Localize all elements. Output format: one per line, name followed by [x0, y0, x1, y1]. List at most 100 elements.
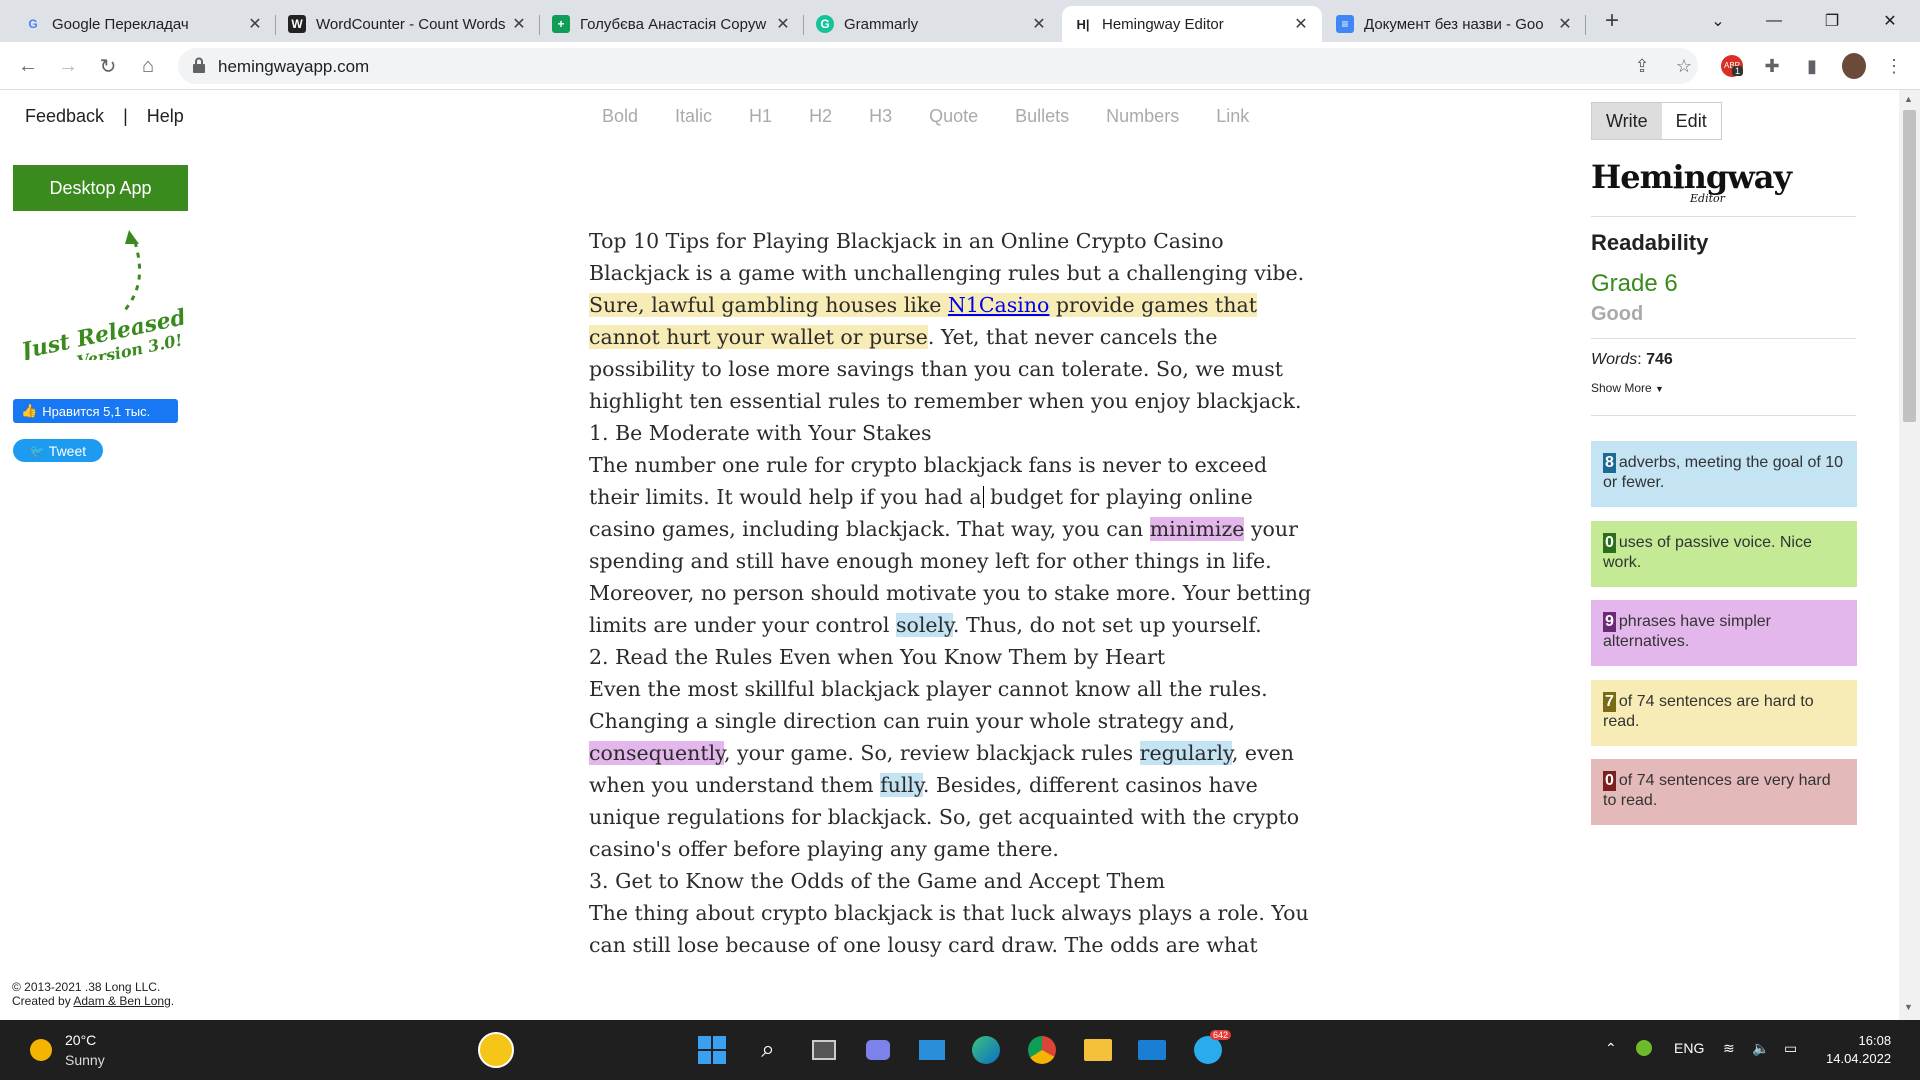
scrollbar-thumb[interactable] — [1903, 110, 1916, 422]
home-icon[interactable]: ⌂ — [132, 50, 164, 82]
caret-down-icon: ▼ — [1655, 384, 1664, 394]
language-indicator[interactable]: ENG — [1674, 1040, 1704, 1056]
new-tab-button[interactable]: + — [1598, 8, 1626, 36]
facebook-like-button[interactable]: 👍 Нравится 5,1 тыс. — [13, 399, 178, 423]
windows-start-icon[interactable] — [692, 1030, 732, 1070]
tab-search-icon[interactable]: ⌄ — [1690, 0, 1746, 42]
format-numbers[interactable]: Numbers — [1106, 106, 1179, 127]
tab-google-docs[interactable]: ≡ Документ без назви - Goo ✕ — [1324, 6, 1586, 42]
grade-level: Grade 6 — [1591, 270, 1678, 297]
mail-icon[interactable] — [1132, 1030, 1172, 1070]
edge-browser-icon[interactable] — [966, 1030, 1006, 1070]
menu-kebab-icon[interactable]: ⋮ — [1882, 54, 1906, 78]
battery-icon[interactable]: ▭ — [1784, 1040, 1797, 1057]
close-icon[interactable]: ✕ — [1030, 14, 1048, 34]
telegram-icon[interactable]: 642 — [1188, 1030, 1232, 1070]
stat-very-hard-sentences: 0 of 74 sentences are very hard to read. — [1591, 759, 1857, 825]
sun-icon[interactable] — [30, 1039, 52, 1061]
forward-icon[interactable]: → — [52, 50, 84, 82]
stat-passive-voice: 0 uses of passive voice. Nice work. — [1591, 521, 1857, 587]
chrome-browser-icon[interactable] — [1022, 1030, 1062, 1070]
tab-grammarly[interactable]: G Grammarly ✕ — [804, 6, 1060, 42]
emoji-widget-icon[interactable] — [476, 1030, 516, 1070]
close-icon[interactable]: ✕ — [774, 14, 792, 34]
paragraph: The number one rule for crypto blackjack… — [589, 449, 1315, 577]
tab-hemingway[interactable]: H| Hemingway Editor ✕ — [1062, 6, 1322, 42]
tray-overflow-icon[interactable]: ⌃ — [1605, 1040, 1617, 1057]
minimize-button[interactable]: — — [1746, 0, 1802, 42]
hemingway-icon: H| — [1076, 16, 1090, 32]
sentence: Blackjack is a game with unchallenging r… — [589, 261, 1305, 285]
google-docs-icon: ≡ — [1336, 15, 1354, 33]
close-icon[interactable]: ✕ — [1292, 14, 1310, 34]
clock[interactable]: 16:08 14.04.2022 — [1826, 1032, 1891, 1068]
tab-strip: G Google Перекладач ✕ W WordCounter - Co… — [0, 0, 1920, 42]
created-by-label: Created by — [12, 994, 74, 1008]
weather-temp[interactable]: 20°C — [65, 1032, 96, 1048]
heading-3: 3. Get to Know the Odds of the Game and … — [589, 869, 1166, 893]
desktop-icon[interactable] — [912, 1030, 952, 1070]
format-bold[interactable]: Bold — [602, 106, 638, 127]
side-panel-icon[interactable]: ▮ — [1800, 54, 1824, 78]
feedback-link[interactable]: Feedback — [25, 106, 104, 126]
tab-google-sheets[interactable]: + Голубєва Анастасія Copyw ✕ — [540, 6, 804, 42]
task-view-icon[interactable] — [804, 1030, 844, 1070]
format-quote[interactable]: Quote — [929, 106, 978, 127]
format-italic[interactable]: Italic — [675, 106, 712, 127]
address-bar[interactable]: hemingwayapp.com — [178, 48, 1698, 84]
scroll-up-icon[interactable]: ▲ — [1904, 94, 1913, 104]
paragraph: Blackjack is a game with unchallenging r… — [589, 257, 1315, 417]
close-icon[interactable]: ✕ — [510, 14, 528, 34]
bookmark-star-icon[interactable]: ☆ — [1672, 54, 1696, 78]
edit-mode-button[interactable]: Edit — [1662, 103, 1721, 139]
tab-title: Документ без назви - Goo — [1364, 15, 1544, 33]
authors-link[interactable]: Adam & Ben Long — [73, 994, 170, 1008]
format-h1[interactable]: H1 — [749, 106, 772, 127]
tab-wordcounter[interactable]: W WordCounter - Count Words ✕ — [276, 6, 540, 42]
sentence: . Thus, do not set up yourself. — [952, 613, 1262, 637]
close-icon[interactable]: ✕ — [246, 14, 264, 34]
extensions-puzzle-icon[interactable]: ✚ — [1760, 54, 1784, 78]
scroll-down-icon[interactable]: ▼ — [1904, 1002, 1913, 1012]
avatar[interactable] — [1842, 53, 1866, 79]
restore-button[interactable]: ❐ — [1804, 0, 1860, 42]
file-explorer-icon[interactable] — [1078, 1030, 1118, 1070]
facebook-like-label: Нравится 5,1 тыс. — [42, 403, 151, 419]
divider — [1591, 338, 1856, 339]
adblock-icon[interactable]: ABP 1 — [1720, 54, 1744, 78]
google-translate-icon: G — [28, 17, 38, 31]
weather-desc[interactable]: Sunny — [65, 1052, 105, 1068]
volume-icon[interactable]: 🔈 — [1752, 1040, 1769, 1057]
n1casino-link[interactable]: N1Casino — [948, 293, 1050, 317]
format-bullets[interactable]: Bullets — [1015, 106, 1069, 127]
grade-rating: Good — [1591, 303, 1644, 325]
paragraph: Even the most skillful blackjack player … — [589, 673, 1315, 865]
reload-icon[interactable]: ↻ — [92, 50, 124, 82]
help-link[interactable]: Help — [147, 106, 184, 126]
tab-google-translate[interactable]: G Google Перекладач ✕ — [12, 6, 276, 42]
heading-2: 2. Read the Rules Even when You Know The… — [589, 645, 1166, 669]
desktop-app-button[interactable]: Desktop App — [13, 165, 188, 211]
copyright: © 2013-2021 .38 Long LLC. Created by Ada… — [12, 980, 174, 1008]
nav-separator: | — [123, 106, 128, 126]
tray-app-icon[interactable] — [1636, 1040, 1652, 1059]
back-icon[interactable]: ← — [12, 50, 44, 82]
close-window-button[interactable]: ✕ — [1862, 0, 1918, 42]
stat-text: of 74 sentences are very hard to read. — [1603, 772, 1831, 809]
format-link[interactable]: Link — [1216, 106, 1249, 127]
teams-chat-icon[interactable] — [858, 1030, 898, 1070]
write-mode-button[interactable]: Write — [1592, 103, 1662, 139]
format-h3[interactable]: H3 — [869, 106, 892, 127]
search-icon[interactable]: ⌕ — [748, 1030, 788, 1070]
stat-adverbs: 8 adverbs, meeting the goal of 10 or fewe… — [1591, 441, 1857, 507]
tab-title: WordCounter - Count Words — [316, 15, 506, 33]
format-h2[interactable]: H2 — [809, 106, 832, 127]
show-more-toggle[interactable]: Show More ▼ — [1591, 381, 1664, 395]
close-icon[interactable]: ✕ — [1556, 14, 1574, 34]
text-editor[interactable]: Top 10 Tips for Playing Blackjack in an … — [589, 225, 1315, 1020]
page-scrollbar[interactable]: ▲ ▼ — [1899, 90, 1920, 1020]
share-icon[interactable]: ⇪ — [1630, 54, 1654, 78]
hemingway-logo: Hemingway — [1591, 158, 1792, 196]
tweet-button[interactable]: 🐦 Tweet — [13, 439, 103, 462]
wifi-icon[interactable]: ≋ — [1723, 1040, 1735, 1057]
